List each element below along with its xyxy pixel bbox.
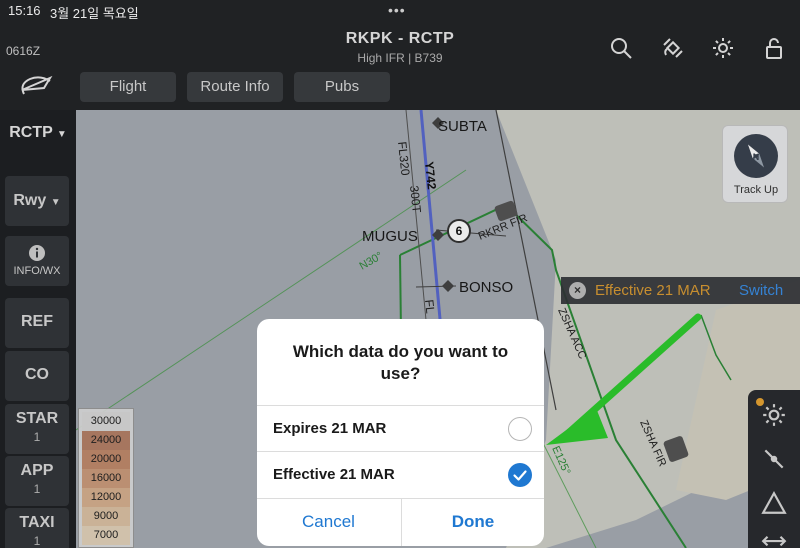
dialog-title: Which data do you want to use? xyxy=(292,342,509,383)
option-effective[interactable]: Effective 21 MAR xyxy=(257,451,544,497)
option-label: Effective 21 MAR xyxy=(273,466,395,483)
data-choice-dialog: Which data do you want to use? Expires 2… xyxy=(257,319,544,546)
radio-unchecked-icon[interactable] xyxy=(508,417,532,441)
done-button[interactable]: Done xyxy=(401,499,544,546)
checkmark-icon xyxy=(513,470,527,481)
cancel-button[interactable]: Cancel xyxy=(257,499,400,546)
radio-checked-icon[interactable] xyxy=(508,463,532,487)
option-expires[interactable]: Expires 21 MAR xyxy=(257,405,544,451)
option-label: Expires 21 MAR xyxy=(273,420,387,437)
dialog-footer: Cancel Done xyxy=(257,498,544,546)
